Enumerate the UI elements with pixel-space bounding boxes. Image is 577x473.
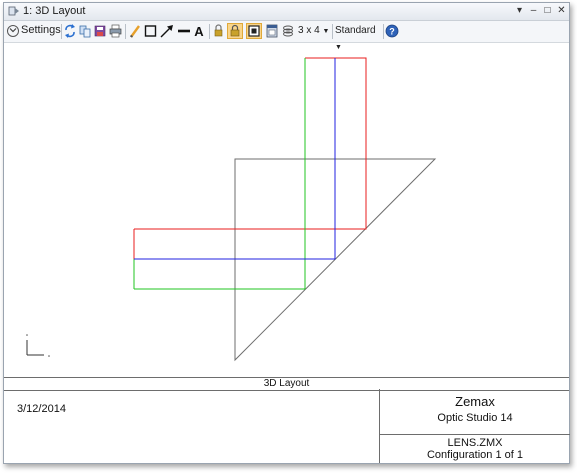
layout-plot[interactable] [4, 43, 569, 376]
product-name: Optic Studio 14 [437, 412, 513, 424]
layout-window: 1: 3D Layout ▾ – □ ✕ Settings A 3 x 4 ▼ … [3, 2, 570, 464]
arrow-icon[interactable] [160, 23, 174, 39]
refresh-icon[interactable] [64, 23, 76, 39]
fit-icon [248, 25, 260, 37]
toolbar-divider [383, 24, 384, 39]
maximize-button[interactable]: □ [541, 4, 554, 18]
toolbar: Settings A 3 x 4 ▼ Standard ▼ ? [4, 21, 569, 51]
axis-indicator [26, 334, 50, 357]
minimize-button[interactable]: – [527, 4, 540, 18]
layout-dropdown-value: 3 x 4 [298, 25, 320, 36]
settings-button[interactable]: Settings [7, 23, 61, 39]
toolbar-divider [209, 24, 210, 39]
layers-icon[interactable] [282, 23, 294, 39]
ray-red [134, 57, 367, 230]
line-icon[interactable] [177, 23, 191, 39]
toolbar-divider [332, 24, 333, 39]
style-dropdown-value: Standard [335, 25, 376, 36]
title-bar: 1: 3D Layout ▾ – □ ✕ [4, 3, 569, 21]
copy-icon[interactable] [79, 23, 91, 39]
footer-info-panel: Zemax Optic Studio 14 LENS.ZMX Configura… [379, 389, 570, 463]
app-icon [8, 6, 19, 16]
toolbar-divider [125, 24, 126, 39]
help-icon[interactable]: ? [385, 23, 399, 39]
file-name: LENS.ZMX [447, 437, 503, 449]
ray-green [134, 58, 306, 290]
window-icon[interactable] [266, 23, 278, 39]
layout-dropdown[interactable]: 3 x 4 ▼ [298, 23, 330, 39]
style-dropdown[interactable]: Standard ▼ [335, 23, 381, 51]
company-name: Zemax [455, 394, 495, 409]
save-icon[interactable] [94, 23, 106, 39]
window-title: 1: 3D Layout [23, 5, 86, 17]
dropdown-arrow-icon: ▼ [322, 28, 330, 35]
close-button[interactable]: ✕ [555, 4, 568, 18]
lock-icon[interactable] [213, 23, 224, 39]
lock-active-button[interactable] [227, 23, 243, 39]
svg-text:?: ? [389, 27, 395, 37]
lock-active-icon [230, 24, 240, 37]
company-block: Zemax Optic Studio 14 [380, 389, 570, 434]
toolbar-divider [61, 24, 62, 39]
settings-label: Settings [21, 24, 61, 36]
text-icon[interactable]: A [193, 23, 205, 39]
svg-text:A: A [194, 24, 204, 39]
pencil-icon[interactable] [129, 23, 141, 39]
footer-date: 3/12/2014 [17, 403, 66, 415]
configuration-label: Configuration 1 of 1 [426, 449, 523, 461]
print-icon[interactable] [109, 23, 122, 39]
file-block: LENS.ZMX Configuration 1 of 1 [380, 434, 570, 464]
fit-button[interactable] [246, 23, 262, 39]
window-menu-button[interactable]: ▾ [513, 4, 526, 18]
chevron-glyph-icon [9, 28, 17, 33]
rectangle-icon[interactable] [144, 23, 157, 39]
